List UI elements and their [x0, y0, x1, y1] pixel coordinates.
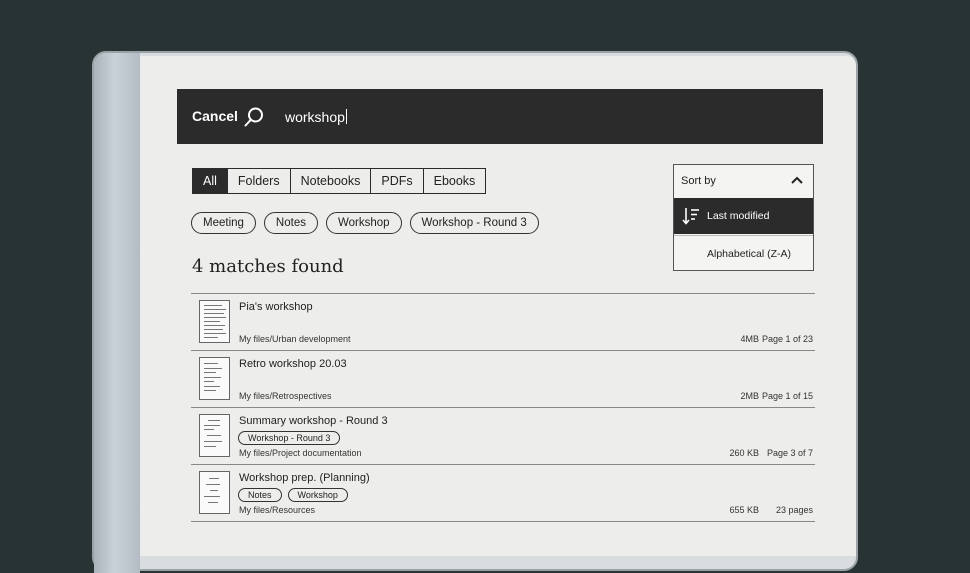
- cancel-button[interactable]: Cancel: [192, 108, 238, 124]
- tag-chip-workshop-round-3[interactable]: Workshop - Round 3: [409, 212, 539, 234]
- chevron-up-icon[interactable]: [791, 176, 803, 184]
- tab-folders[interactable]: Folders: [226, 169, 290, 193]
- sort-dropdown: Sort by Last modified Alphabetical (Z-A): [673, 164, 814, 271]
- sort-descending-icon: [682, 208, 699, 225]
- result-tag[interactable]: Notes: [238, 488, 282, 502]
- list-item[interactable]: Pia's workshop My files/Urban developmen…: [191, 294, 815, 351]
- filter-tabs: All Folders Notebooks PDFs Ebooks: [192, 168, 487, 194]
- sort-header[interactable]: Sort by: [674, 165, 813, 198]
- tablet-bezel: [94, 53, 140, 573]
- list-item[interactable]: Retro workshop 20.03 My files/Retrospect…: [191, 351, 815, 408]
- result-pages: 23 pages: [775, 505, 813, 515]
- document-thumbnail: [199, 357, 230, 400]
- sort-option-label: Last modified: [707, 210, 770, 222]
- text-caret: [345, 109, 347, 124]
- tab-all[interactable]: All: [193, 169, 227, 193]
- result-pages: Page 1 of 15: [761, 391, 813, 401]
- result-title: Summary workshop - Round 3: [239, 415, 388, 427]
- tab-ebooks[interactable]: Ebooks: [422, 169, 486, 193]
- result-pages: Page 1 of 23: [761, 334, 813, 344]
- sort-option-alphabetical[interactable]: Alphabetical (Z-A): [674, 235, 813, 272]
- tag-chip-notes[interactable]: Notes: [263, 212, 318, 234]
- result-pages: Page 3 of 7: [766, 448, 813, 458]
- document-thumbnail: [199, 471, 230, 514]
- search-query-text: workshop: [285, 109, 345, 125]
- search-bar: Cancel workshop: [177, 89, 823, 144]
- result-tags: Notes Workshop: [238, 488, 348, 502]
- sort-option-last-modified[interactable]: Last modified: [674, 198, 813, 234]
- result-size: 655 KB: [729, 505, 759, 515]
- document-thumbnail: [199, 414, 230, 457]
- result-tag[interactable]: Workshop: [287, 488, 348, 502]
- result-size: 4MB: [740, 334, 759, 344]
- tag-chip-workshop[interactable]: Workshop: [325, 212, 402, 234]
- result-path: My files/Urban development: [239, 334, 351, 344]
- list-item[interactable]: Summary workshop - Round 3 Workshop - Ro…: [191, 408, 815, 465]
- result-path: My files/Retrospectives: [239, 391, 332, 401]
- tab-pdfs[interactable]: PDFs: [370, 169, 422, 193]
- result-tag[interactable]: Workshop - Round 3: [238, 431, 341, 445]
- tab-notebooks[interactable]: Notebooks: [289, 169, 371, 193]
- result-path: My files/Project documentation: [239, 448, 362, 458]
- result-size: 2MB: [740, 391, 759, 401]
- results-count: 4 matches found: [192, 256, 344, 277]
- results-list: Pia's workshop My files/Urban developmen…: [191, 293, 815, 522]
- document-thumbnail: [199, 300, 230, 343]
- result-tags: Workshop - Round 3: [238, 431, 341, 445]
- sort-option-label: Alphabetical (Z-A): [707, 248, 792, 260]
- search-icon[interactable]: [243, 106, 265, 128]
- search-input[interactable]: workshop: [285, 109, 347, 125]
- result-title: Pia's workshop: [239, 301, 313, 313]
- sort-label: Sort by: [681, 175, 716, 187]
- result-path: My files/Resources: [239, 505, 316, 515]
- tag-chip-meeting[interactable]: Meeting: [191, 212, 256, 234]
- result-size: 260 KB: [729, 448, 759, 458]
- result-title: Retro workshop 20.03: [239, 358, 347, 370]
- result-title: Workshop prep. (Planning): [239, 472, 370, 484]
- list-item[interactable]: Workshop prep. (Planning) Notes Workshop…: [191, 465, 815, 522]
- tag-chips: Meeting Notes Workshop Workshop - Round …: [191, 212, 539, 234]
